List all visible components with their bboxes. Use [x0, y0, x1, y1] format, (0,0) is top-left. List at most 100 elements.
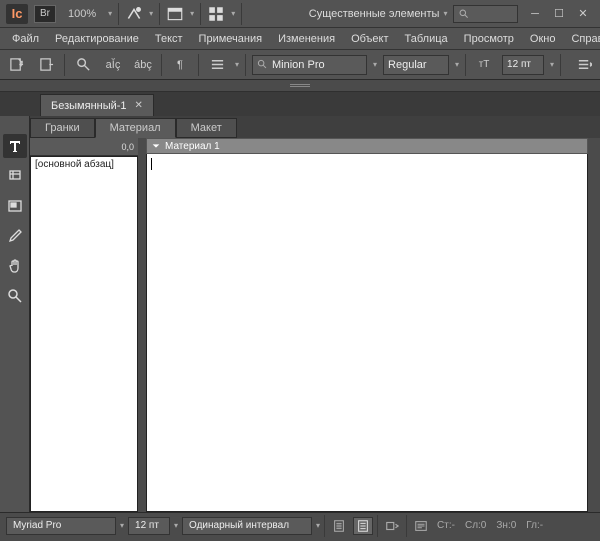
stats-group: Ст:- Сл:0 Зн:0 Гл:-: [411, 517, 547, 535]
character-icon[interactable]: aĬç: [101, 54, 125, 76]
control-toolbar: aĬç ábç ¶ ▾ Minion Pro ▾ Regular ▾ тТ 12…: [0, 50, 600, 80]
type-tool[interactable]: [3, 134, 27, 158]
content-column: Материал 1: [146, 138, 588, 512]
menu-window[interactable]: Окно: [522, 31, 564, 47]
new-note-icon[interactable]: [4, 54, 28, 76]
tab-layout[interactable]: Макет: [176, 118, 237, 138]
bridge-icon[interactable]: Br: [34, 5, 56, 23]
menu-object[interactable]: Объект: [343, 31, 396, 47]
menu-view[interactable]: Просмотр: [456, 31, 522, 47]
stat-chars: Зн:0: [492, 520, 520, 531]
document-tab-title: Безымянный-1: [51, 100, 127, 112]
chevron-down-icon: [151, 141, 161, 151]
tab-story[interactable]: Материал: [95, 118, 176, 138]
paragraph-icon[interactable]: ¶: [168, 54, 192, 76]
chevron-down-icon[interactable]: ▾: [316, 521, 320, 530]
chevron-down-icon[interactable]: ▾: [190, 9, 194, 18]
chevron-down-icon[interactable]: ▾: [455, 60, 459, 69]
panel-menu-icon[interactable]: [572, 54, 596, 76]
hand-tool[interactable]: [3, 254, 27, 278]
text-editor[interactable]: [146, 154, 588, 512]
stats-icon: [411, 517, 431, 535]
search-input[interactable]: [453, 5, 518, 23]
separator: [560, 54, 561, 76]
font-family-value: Minion Pro: [272, 59, 325, 71]
menu-table[interactable]: Таблица: [397, 31, 456, 47]
stat-depth: Гл:-: [522, 520, 547, 531]
eyedropper-tool[interactable]: [3, 224, 27, 248]
separator: [200, 3, 201, 25]
info-expand-icon[interactable]: [382, 517, 402, 535]
font-style-value: Regular: [388, 59, 427, 71]
font-size-value: 12 пт: [507, 59, 531, 70]
separator: [377, 515, 378, 537]
status-font-selector[interactable]: Myriad Pro: [6, 517, 116, 535]
tool-panel: [0, 116, 30, 512]
separator: [64, 54, 65, 76]
close-button[interactable]: ✕: [572, 5, 594, 23]
close-icon[interactable]: ✕: [135, 100, 143, 111]
column-single-icon[interactable]: [329, 517, 349, 535]
column-accurate-icon[interactable]: [353, 517, 373, 535]
arrange-icon[interactable]: [207, 5, 225, 23]
stat-words: Сл:0: [461, 520, 490, 531]
font-family-selector[interactable]: Minion Pro: [252, 55, 367, 75]
menu-help[interactable]: Справка: [563, 31, 600, 47]
separator: [118, 3, 119, 25]
separator: [465, 54, 466, 76]
separator: [198, 54, 199, 76]
tab-galley[interactable]: Гранки: [30, 118, 95, 138]
paragraph-style-column[interactable]: [основной абзац]: [30, 156, 138, 512]
ruler-value: 0,0: [121, 142, 134, 152]
document-tab-bar: Безымянный-1 ✕: [0, 92, 600, 116]
minimize-button[interactable]: ─: [524, 5, 546, 23]
status-leading-value: Одинарный интервал: [189, 520, 289, 531]
status-size-value: 12 пт: [135, 520, 159, 531]
panel-expand-handle[interactable]: [0, 80, 600, 92]
chevron-down-icon[interactable]: ▾: [120, 521, 124, 530]
zoom-level[interactable]: 100%: [62, 8, 102, 20]
scrollbar-vertical[interactable]: [588, 138, 600, 512]
status-size-selector[interactable]: 12 пт: [128, 517, 170, 535]
paragraph-style-label: [основной абзац]: [31, 157, 137, 172]
chevron-down-icon[interactable]: ▾: [373, 60, 377, 69]
note-tool[interactable]: [3, 164, 27, 188]
app-logo-icon: Ic: [6, 4, 28, 24]
chevron-down-icon: ▾: [443, 9, 447, 18]
chevron-down-icon[interactable]: ▾: [174, 521, 178, 530]
story-title: Материал 1: [165, 141, 220, 152]
maximize-button[interactable]: ☐: [548, 5, 570, 23]
menu-changes[interactable]: Изменения: [270, 31, 343, 47]
font-style-selector[interactable]: Regular: [383, 55, 449, 75]
status-leading-selector[interactable]: Одинарный интервал: [182, 517, 312, 535]
workspace: Гранки Материал Макет 0,0 [основной абза…: [0, 116, 600, 512]
menu-file[interactable]: Файл: [4, 31, 47, 47]
menu-notes[interactable]: Примечания: [191, 31, 271, 47]
zoom-tool[interactable]: [3, 284, 27, 308]
canvas: 0,0 [основной абзац] Материал 1: [30, 138, 600, 512]
document-tab[interactable]: Безымянный-1 ✕: [40, 94, 154, 116]
position-tool[interactable]: [3, 194, 27, 218]
chevron-down-icon[interactable]: ▾: [550, 60, 554, 69]
menu-edit[interactable]: Редактирование: [47, 31, 147, 47]
spellcheck-icon[interactable]: ábç: [131, 54, 155, 76]
chevron-down-icon[interactable]: ▾: [231, 9, 235, 18]
view-options-icon[interactable]: [125, 5, 143, 23]
story-header[interactable]: Материал 1: [146, 138, 588, 154]
search-icon: [458, 8, 469, 19]
title-bar: Ic Br 100% ▾ ▾ ▾ ▾ Существенные элементы…: [0, 0, 600, 28]
menu-type[interactable]: Текст: [147, 31, 191, 47]
splitter[interactable]: [138, 138, 146, 512]
separator: [324, 515, 325, 537]
chevron-down-icon[interactable]: ▾: [108, 9, 112, 18]
search-icon: [257, 59, 268, 70]
delete-note-icon[interactable]: [34, 54, 58, 76]
screen-mode-icon[interactable]: [166, 5, 184, 23]
chevron-down-icon[interactable]: ▾: [235, 60, 239, 69]
find-icon[interactable]: [71, 54, 95, 76]
font-size-selector[interactable]: 12 пт: [502, 55, 544, 75]
chevron-down-icon[interactable]: ▾: [149, 9, 153, 18]
workspace-switcher[interactable]: Существенные элементы ▾: [309, 8, 448, 20]
list-icon[interactable]: [205, 54, 229, 76]
main-area: Гранки Материал Макет 0,0 [основной абза…: [30, 116, 600, 512]
